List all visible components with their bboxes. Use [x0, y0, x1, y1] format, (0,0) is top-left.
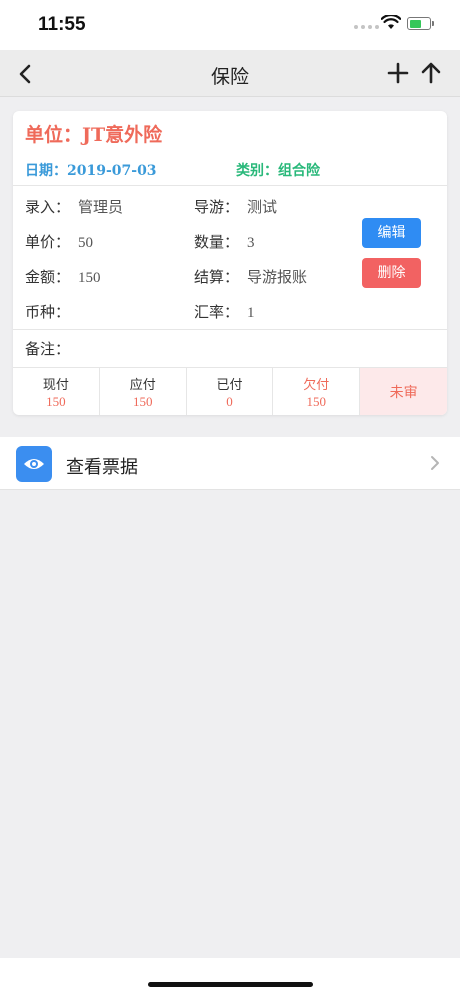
amount-value: 150 [78, 270, 101, 286]
quantity-field: 数量： 3 [194, 231, 255, 252]
status-bar: 11:55 [0, 0, 460, 50]
payable-cell: 应付 150 [100, 368, 187, 415]
settlement-value: 导游报账 [247, 268, 308, 286]
price-value: 50 [78, 235, 94, 251]
home-indicator[interactable] [148, 982, 313, 987]
quantity-label: 数量： [194, 233, 240, 251]
insurance-record-card: 单位：JT意外险 日期：2019-07-03 类别：组合险 录入： 管理员 导游：… [13, 111, 447, 415]
entry-field: 录入： 管理员 [25, 196, 123, 217]
cash-payment-cell: 现付 150 [13, 368, 100, 415]
review-status-label: 未审 [389, 385, 418, 401]
category-label: 类别： [236, 163, 278, 179]
add-icon[interactable] [386, 61, 410, 85]
paid-value: 0 [226, 394, 233, 409]
view-tickets-label: 查看票据 [66, 457, 138, 478]
guide-field: 导游： 测试 [194, 196, 277, 217]
amount-field: 金额： 150 [25, 266, 101, 287]
battery-icon [407, 17, 434, 30]
divider [13, 185, 447, 186]
payment-summary: 现付 150 应付 150 已付 0 欠付 150 未审 [13, 367, 447, 415]
currency-label: 币种： [25, 303, 71, 321]
view-tickets-row[interactable]: 查看票据 [0, 437, 460, 490]
rate-field: 汇率： 1 [194, 301, 255, 322]
payable-label: 应付 [129, 378, 156, 393]
paid-cell: 已付 0 [187, 368, 274, 415]
signal-icon [354, 25, 379, 29]
amount-label: 金额： [25, 268, 71, 286]
settlement-field: 结算： 导游报账 [194, 266, 307, 287]
navigation-bar: 保险 [0, 50, 460, 97]
home-indicator-area [0, 958, 460, 996]
delete-button[interactable]: 删除 [362, 258, 421, 288]
category-value: 组合险 [278, 163, 320, 179]
price-label: 单价： [25, 233, 71, 251]
status-time: 11:55 [38, 14, 86, 35]
unit-title: 单位：JT意外险 [25, 120, 162, 147]
cash-label: 现付 [42, 378, 69, 393]
currency-field: 币种： [25, 301, 78, 322]
divider [13, 329, 447, 330]
owed-label: 欠付 [303, 378, 330, 393]
wifi-icon [381, 15, 401, 29]
date-value: 2019-07-03 [67, 163, 157, 179]
entry-label: 录入： [25, 198, 71, 216]
unit-label: 单位： [25, 124, 83, 146]
quantity-value: 3 [247, 235, 255, 251]
rate-label: 汇率： [194, 303, 240, 321]
review-status-cell[interactable]: 未审 [360, 368, 447, 415]
category-line: 类别：组合险 [236, 160, 320, 180]
unit-value: JT意外险 [82, 124, 163, 146]
entry-value: 管理员 [78, 198, 124, 216]
payable-value: 150 [132, 394, 153, 409]
eye-icon [16, 446, 52, 482]
upload-arrow-icon[interactable] [419, 61, 443, 85]
rate-value: 1 [247, 305, 255, 321]
date-line: 日期：2019-07-03 [25, 160, 157, 180]
owed-cell: 欠付 150 [273, 368, 361, 415]
chevron-right-icon [431, 456, 439, 470]
settlement-label: 结算： [194, 268, 240, 286]
edit-button[interactable]: 编辑 [362, 218, 421, 248]
date-label: 日期： [25, 163, 67, 179]
paid-label: 已付 [216, 378, 243, 393]
guide-value: 测试 [247, 198, 278, 216]
note-label: 备注： [25, 340, 71, 358]
guide-label: 导游： [194, 198, 240, 216]
cash-value: 150 [46, 394, 66, 409]
price-field: 单价： 50 [25, 231, 93, 252]
note-field: 备注： [25, 338, 78, 359]
owed-value: 150 [306, 394, 327, 409]
